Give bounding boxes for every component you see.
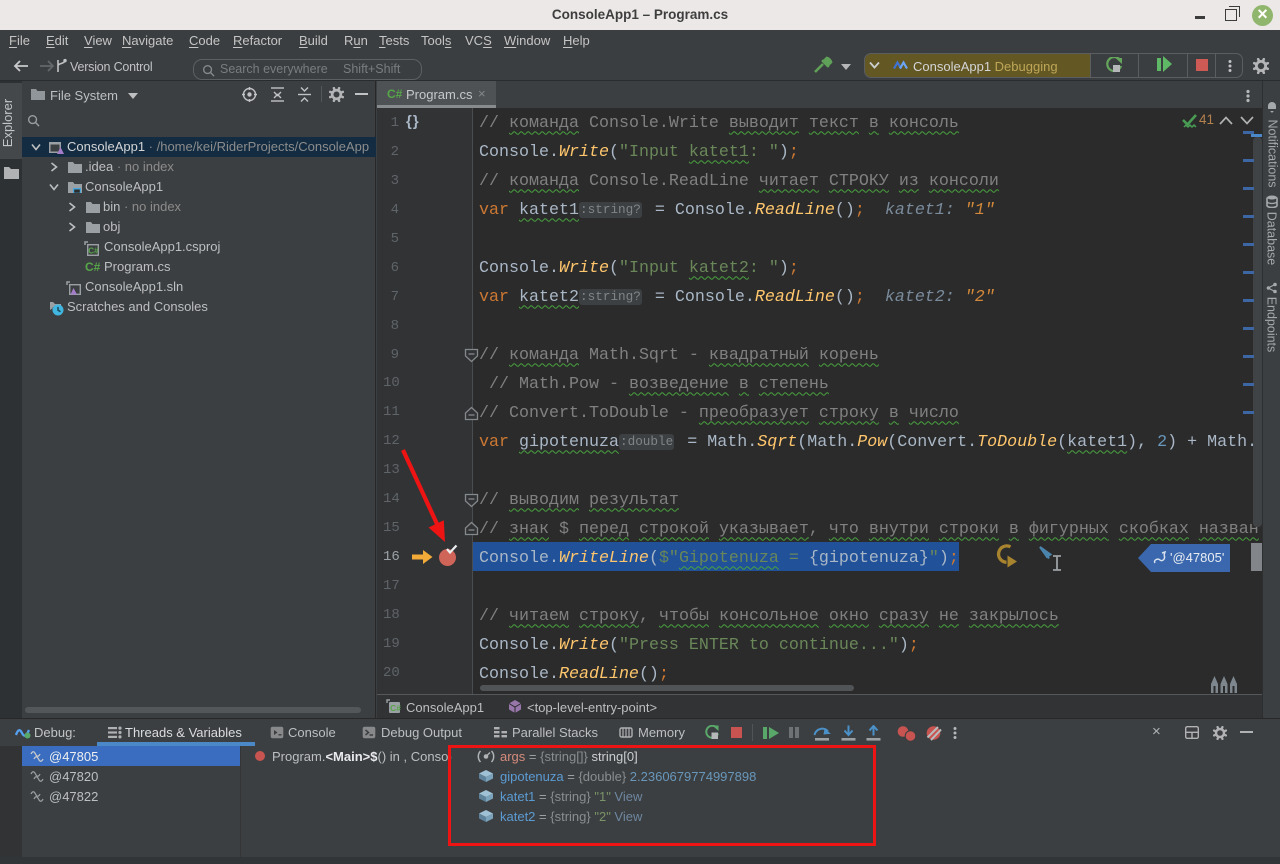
svg-text:C#: C# — [88, 247, 99, 256]
svg-text:C#: C# — [390, 703, 401, 713]
